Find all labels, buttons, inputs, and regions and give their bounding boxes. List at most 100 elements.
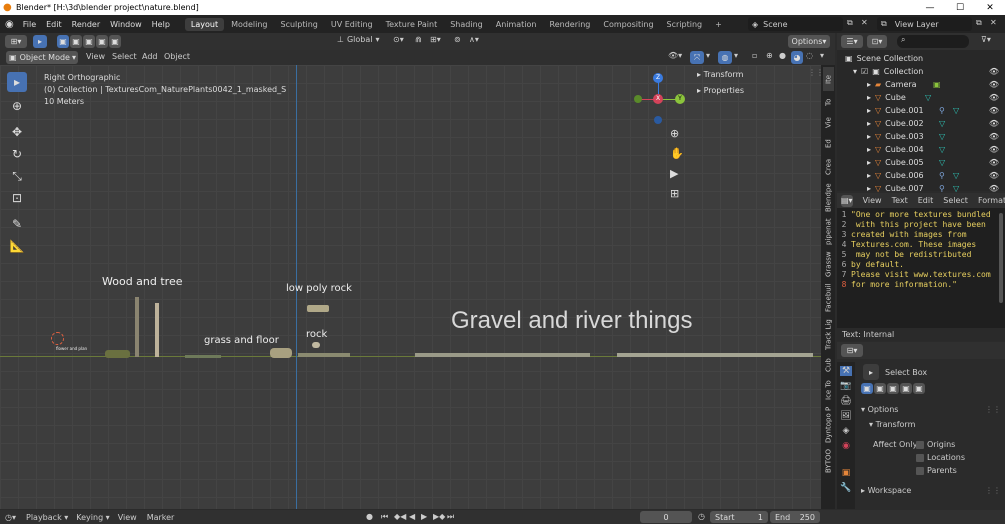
drag-handle[interactable]: ⋮⋮ xyxy=(808,68,821,77)
text-editor-type-button[interactable]: ▤▾ xyxy=(841,194,853,207)
outliner-item[interactable]: ▸ ▽ Cube.005 ▽ 👁 xyxy=(837,156,1005,169)
new-layer-icon[interactable]: ⧉ xyxy=(976,18,982,28)
clock-icon[interactable]: ◷ xyxy=(698,512,705,521)
move-tool-icon[interactable]: ✥ xyxy=(7,122,27,142)
drag-handle[interactable]: ⋮⋮ xyxy=(985,405,1001,414)
3d-viewport[interactable]: ▸ ⊕ ✥ ↻ ⤡ ⊡ ✎ 📐 Right Orthographic (0) C… xyxy=(0,65,821,509)
options-dropdown[interactable]: Options ▾ xyxy=(788,35,830,48)
text-menu-format[interactable]: Format xyxy=(978,196,1005,205)
overlay-dropdown-icon[interactable]: ▾ xyxy=(734,51,738,60)
properties-editor-type-button[interactable]: ⊟▾ xyxy=(841,344,863,357)
sidebar-tab-dyntopo[interactable]: Dyntopo P xyxy=(823,405,834,445)
eye-icon[interactable]: 👁 xyxy=(989,93,999,102)
sidebar-tab-create[interactable]: Crea xyxy=(823,155,834,179)
text-menu-edit[interactable]: Edit xyxy=(918,196,934,205)
mode-extend-icon[interactable]: ▣ xyxy=(874,383,886,394)
pan-hand-icon[interactable]: ✋ xyxy=(670,147,684,160)
falloff-icon[interactable]: ∧▾ xyxy=(469,35,479,44)
scale-tool-icon[interactable]: ⤡ xyxy=(7,166,27,186)
select-mode-extend-icon[interactable]: ▣ xyxy=(70,35,82,48)
scene-tab-icon[interactable]: ◈ xyxy=(843,426,850,436)
tab-scripting[interactable]: Scripting xyxy=(661,18,709,31)
delete-scene-icon[interactable]: ✕ xyxy=(861,18,868,27)
sidebar-tab-cub[interactable]: Cub xyxy=(823,355,834,375)
visibility-icon[interactable]: 👁▾ xyxy=(668,51,682,60)
shading-rendered-icon[interactable]: ◌ xyxy=(806,51,813,60)
tab-texture-paint[interactable]: Texture Paint xyxy=(380,18,444,31)
proportional-edit-icon[interactable]: ⊚ xyxy=(454,35,461,44)
sidebar-tab-edit[interactable]: Ed xyxy=(823,135,834,153)
filter-icon[interactable]: ⊽▾ xyxy=(981,35,991,44)
eye-icon[interactable]: 👁 xyxy=(989,171,999,180)
outliner-item[interactable]: ▸ ▽ Cube.006 ⚲ ▽ 👁 xyxy=(837,169,1005,182)
timeline-editor-type-icon[interactable]: ◷▾ xyxy=(5,513,16,522)
sidebar-tab-item[interactable]: Ite xyxy=(822,67,834,91)
menu-playback[interactable]: Playback ▾ xyxy=(26,513,68,522)
select-mode-intersect-icon[interactable]: ▣ xyxy=(109,35,121,48)
options-panel-header[interactable]: ▾ Options ⋮⋮ xyxy=(861,405,1001,414)
display-mode-button[interactable]: ⊡▾ xyxy=(867,35,887,48)
tab-animation[interactable]: Animation xyxy=(490,18,543,31)
navigation-gizmo[interactable]: Z Y X xyxy=(630,70,690,130)
mode-set-icon[interactable]: ▣ xyxy=(861,383,873,394)
play-reverse-icon[interactable]: ◀ xyxy=(409,512,415,521)
jump-start-icon[interactable]: ⏮ xyxy=(381,512,388,522)
outliner-item[interactable]: ▸ ▽ Cube.003 ▽ 👁 xyxy=(837,130,1005,143)
blender-menu-icon[interactable]: ◉ xyxy=(5,19,14,30)
delete-layer-icon[interactable]: ✕ xyxy=(990,18,997,27)
menu-object[interactable]: Object xyxy=(164,52,190,61)
sidebar-tab-tracklig[interactable]: Track Lig xyxy=(823,317,834,353)
menu-render[interactable]: Render xyxy=(67,20,105,29)
current-frame-field[interactable]: 0 xyxy=(640,511,692,523)
sidebar-properties[interactable]: ▸ Properties xyxy=(697,86,744,95)
sidebar-tab-blendpe[interactable]: Blendpe xyxy=(823,181,834,215)
text-menu-select[interactable]: Select xyxy=(943,196,968,205)
outliner-item[interactable]: ▸ ▽ Cube.002 ▽ 👁 xyxy=(837,117,1005,130)
sidebar-tab-pipenat[interactable]: pipenat xyxy=(823,217,834,247)
object-mode-dropdown[interactable]: ▣ Object Mode ▾ xyxy=(6,51,78,64)
menu-marker[interactable]: Marker xyxy=(147,513,175,522)
outliner-item[interactable]: ▸ ▽ Cube.001 ⚲ ▽ 👁 xyxy=(837,104,1005,117)
outliner-item[interactable]: ▸ ▰ Camera ▣ 👁 xyxy=(837,78,1005,91)
overlay-toggle-icon[interactable]: ◍ xyxy=(718,51,732,64)
scene-selector[interactable]: ◈ Scene xyxy=(748,17,843,31)
checkbox-icon[interactable]: ☑ xyxy=(861,67,868,76)
view-layer-tab-icon[interactable]: 🖼 xyxy=(840,411,851,421)
z-axis-icon[interactable]: Z xyxy=(653,73,663,83)
render-tab-icon[interactable]: 📷 xyxy=(840,381,851,391)
shading-dropdown-icon[interactable]: ▾ xyxy=(820,51,824,60)
menu-window[interactable]: Window xyxy=(105,20,147,29)
y-axis-icon[interactable]: Y xyxy=(675,94,685,104)
mode-subtract-icon[interactable]: ▣ xyxy=(887,383,899,394)
editor-type-button[interactable]: ⊞▾ xyxy=(5,35,27,48)
end-frame-field[interactable]: End 250 xyxy=(770,511,820,523)
shading-wireframe-icon[interactable]: ⊕ xyxy=(766,51,773,60)
text-menu-text[interactable]: Text xyxy=(892,196,908,205)
view-layer-selector[interactable]: ⧉ View Layer xyxy=(877,17,972,31)
snap-target-icon[interactable]: ⊞▾ xyxy=(430,35,441,44)
empty-marker[interactable] xyxy=(51,332,64,345)
new-scene-icon[interactable]: ⧉ xyxy=(847,18,853,28)
world-tab-icon[interactable]: ◉ xyxy=(842,441,850,451)
active-tool-row[interactable]: ▸ Select Box xyxy=(863,364,927,380)
menu-help[interactable]: Help xyxy=(147,20,175,29)
next-keyframe-icon[interactable]: ▶◆ xyxy=(433,512,445,521)
cursor-tool-icon[interactable]: ⊕ xyxy=(7,96,27,116)
sidebar-transform[interactable]: ▸ Transform xyxy=(697,70,743,79)
eye-icon[interactable]: 👁 xyxy=(989,145,999,154)
eye-icon[interactable]: 👁 xyxy=(989,67,999,76)
output-tab-icon[interactable]: 🖨 xyxy=(840,396,851,406)
zoom-icon[interactable]: ⊕ xyxy=(670,127,679,140)
neg-z-axis-icon[interactable] xyxy=(654,116,662,124)
shading-solid-icon[interactable]: ● xyxy=(779,51,786,60)
play-icon[interactable]: ▶ xyxy=(421,512,427,521)
camera-view-icon[interactable]: ▶ xyxy=(670,167,678,180)
sidebar-tab-grassw[interactable]: Grassw xyxy=(823,249,834,279)
menu-edit[interactable]: Edit xyxy=(41,20,67,29)
object-tab-icon[interactable]: ▣ xyxy=(842,468,851,478)
select-mode-invert-icon[interactable]: ▣ xyxy=(96,35,108,48)
tool-tab-icon[interactable]: ⚒ xyxy=(839,366,853,376)
sidebar-tab-iceto[interactable]: Ice To xyxy=(823,377,834,403)
sidebar-tab-tool[interactable]: To xyxy=(823,93,834,111)
xray-icon[interactable]: ▫ xyxy=(752,51,757,60)
